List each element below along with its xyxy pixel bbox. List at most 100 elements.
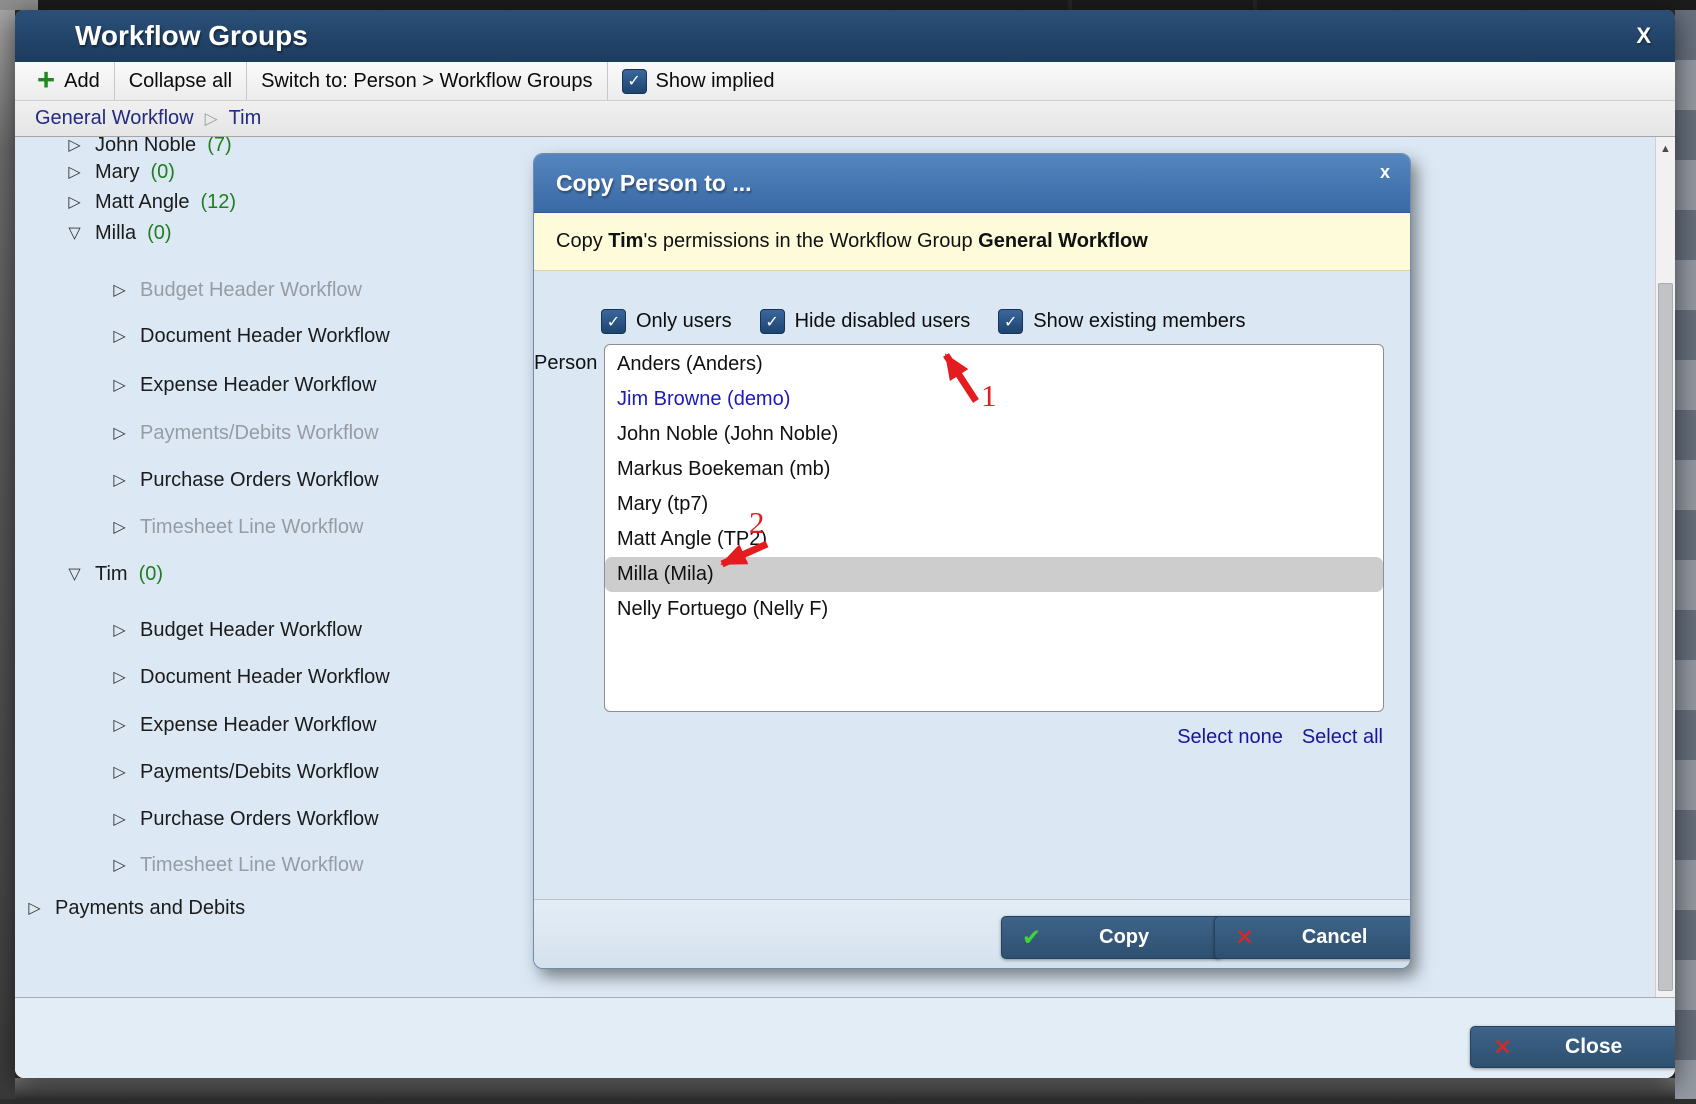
green-check-icon: ✔ (1022, 924, 1041, 951)
expand-node-icon[interactable]: ▷ (110, 762, 129, 782)
close-button-label: Close (1512, 1035, 1675, 1059)
dialog-close-icon[interactable]: X (1636, 23, 1651, 49)
expand-node-icon[interactable]: ▷ (110, 470, 129, 490)
expand-node-icon[interactable]: ▷ (110, 423, 129, 443)
tree-item[interactable]: ▷Mary(0) (65, 158, 175, 186)
dialog-titlebar: Workflow Groups X (15, 10, 1675, 62)
background-top-strip (0, 0, 1696, 10)
cancel-button[interactable]: ✕ Cancel (1214, 916, 1411, 959)
tree-item-label: Tim (95, 563, 128, 586)
person-list-item[interactable]: Jim Browne (demo) (605, 382, 1383, 417)
person-list-item[interactable]: Mary (tp7) (605, 487, 1383, 522)
tree-item[interactable]: ▷ Expense Header Workflow (110, 371, 376, 399)
tree-item[interactable]: ▷ Timesheet Line Workflow (110, 851, 363, 879)
filter-checkbox[interactable]: ✓ (998, 309, 1023, 334)
checkmark-icon: ✓ (627, 71, 640, 91)
tree-item[interactable]: ▷Budget Header Workflow (110, 276, 362, 304)
collapse-node-icon[interactable]: ▽ (65, 223, 84, 243)
person-list-item[interactable]: Milla (Mila) (605, 557, 1383, 592)
collapse-node-icon[interactable]: ▽ (65, 564, 84, 584)
filter-checkbox[interactable]: ✓ (760, 309, 785, 334)
expand-node-icon[interactable]: ▷ (65, 162, 84, 182)
tree-item[interactable]: ▷Timesheet Line Workflow (110, 513, 363, 541)
background-left-strip (0, 10, 15, 1099)
collapse-all-button[interactable]: Collapse all (115, 62, 246, 100)
background-bottom-strip (15, 1078, 1675, 1099)
tree-item-label: Timesheet Line Workflow (140, 854, 363, 877)
expand-node-icon[interactable]: ▷ (110, 667, 129, 687)
select-all-link[interactable]: Select all (1302, 726, 1383, 749)
breadcrumb-group-link[interactable]: General Workflow (35, 107, 194, 130)
tree-item-label: Expense Header Workflow (140, 374, 376, 397)
filter-checkbox[interactable]: ✓ (601, 309, 626, 334)
add-button[interactable]: + Add (15, 62, 114, 100)
switch-view-button[interactable]: Switch to: Person > Workflow Groups (247, 62, 606, 100)
tree-item[interactable]: ▷Document Header Workflow (110, 322, 390, 350)
background-table-stripes (1675, 10, 1696, 1099)
tree-item[interactable]: ▷Payments/Debits Workflow (110, 419, 379, 447)
person-list-item[interactable]: Matt Angle (TP2) (605, 522, 1383, 557)
tree-item[interactable]: ▷ Purchase Orders Workflow (110, 805, 379, 833)
vertical-scrollbar[interactable]: ▲ (1655, 137, 1675, 997)
person-list-item[interactable]: Anders (Anders) (605, 347, 1383, 382)
scrollbar-thumb[interactable] (1658, 283, 1673, 991)
tree-item[interactable]: ▷Payments and Debits (25, 894, 245, 922)
filter-option[interactable]: ✓Hide disabled users (760, 309, 971, 334)
breadcrumb-person-link[interactable]: Tim (229, 107, 262, 130)
expand-node-icon[interactable]: ▷ (110, 375, 129, 395)
person-list-item[interactable]: Markus Boekeman (mb) (605, 452, 1383, 487)
show-implied-checkbox[interactable]: ✓ (622, 69, 647, 94)
tree-item[interactable]: ▽Milla(0) (65, 219, 172, 247)
tree-item-label: Mary (95, 161, 139, 184)
tree-item[interactable]: ▷Matt Angle(12) (65, 188, 236, 216)
tree-item[interactable]: ▽Tim(0) (65, 560, 163, 588)
expand-node-icon[interactable]: ▷ (65, 192, 84, 212)
tree-item[interactable]: ▷ Purchase Orders Workflow (110, 466, 379, 494)
person-listbox[interactable]: Anders (Anders)Jim Browne (demo)John Nob… (604, 344, 1384, 712)
modal-header: Copy Person to ... x (534, 154, 1410, 213)
tree-item-label: Purchase Orders Workflow (140, 469, 379, 492)
add-button-label: Add (64, 70, 100, 93)
tree-item-label: Matt Angle (95, 191, 190, 214)
tree-item[interactable]: ▷ John Noble (7) (65, 137, 232, 159)
checkmark-icon: ✓ (1004, 312, 1017, 332)
switch-view-label: Switch to: Person > Workflow Groups (261, 70, 592, 93)
copy-button[interactable]: ✔ Copy (1001, 916, 1222, 959)
close-button[interactable]: ✕ Close (1470, 1026, 1675, 1068)
tree-item-label: Payments/Debits Workflow (140, 761, 379, 784)
filter-option[interactable]: ✓Only users (601, 309, 732, 334)
expand-node-icon[interactable]: ▷ (110, 855, 129, 875)
expand-node-icon[interactable]: ▷ (110, 280, 129, 300)
tree-item[interactable]: ▷Budget Header Workflow (110, 616, 362, 644)
tree-item-count: (7) (207, 137, 231, 157)
expand-node-icon[interactable]: ▷ (110, 620, 129, 640)
tree-item[interactable]: ▷Document Header Workflow (110, 663, 390, 691)
person-list-item[interactable]: Nelly Fortuego (Nelly F) (605, 592, 1383, 627)
checkmark-icon: ✓ (765, 312, 778, 332)
person-list-item[interactable]: John Noble (John Noble) (605, 417, 1383, 452)
expand-node-icon[interactable]: ▷ (110, 809, 129, 829)
expand-node-icon[interactable]: ▷ (110, 517, 129, 537)
show-implied-option[interactable]: ✓ Show implied (608, 62, 789, 100)
toolbar: + Add Collapse all Switch to: Person > W… (15, 62, 1675, 101)
expand-node-icon[interactable]: ▷ (110, 326, 129, 346)
modal-title: Copy Person to ... (556, 170, 752, 197)
tree-item-label: Expense Header Workflow (140, 714, 376, 737)
select-none-link[interactable]: Select none (1177, 726, 1283, 749)
filter-checkbox-row: ✓Only users ✓Hide disabled users ✓Show exi… (601, 309, 1246, 334)
expand-node-icon[interactable]: ▷ (110, 715, 129, 735)
tree-item-label: Purchase Orders Workflow (140, 808, 379, 831)
scroll-up-icon[interactable]: ▲ (1656, 143, 1675, 155)
modal-message-part: 's permissions in the Workflow Group (643, 230, 978, 253)
modal-close-icon[interactable]: x (1380, 162, 1390, 183)
tree-item-label: John Noble (95, 137, 196, 157)
expand-node-icon[interactable]: ▷ (65, 137, 84, 155)
modal-message-part: Tim (608, 230, 643, 253)
cancel-button-label: Cancel (1254, 926, 1411, 949)
filter-option[interactable]: ✓Show existing members (998, 309, 1245, 334)
dialog-footer: ✕ Close (15, 997, 1675, 1078)
expand-node-icon[interactable]: ▷ (25, 898, 44, 918)
tree-item[interactable]: ▷ Expense Header Workflow (110, 711, 376, 739)
modal-message-part: General Workflow (978, 230, 1148, 253)
tree-item[interactable]: ▷ Payments/Debits Workflow (110, 758, 379, 786)
